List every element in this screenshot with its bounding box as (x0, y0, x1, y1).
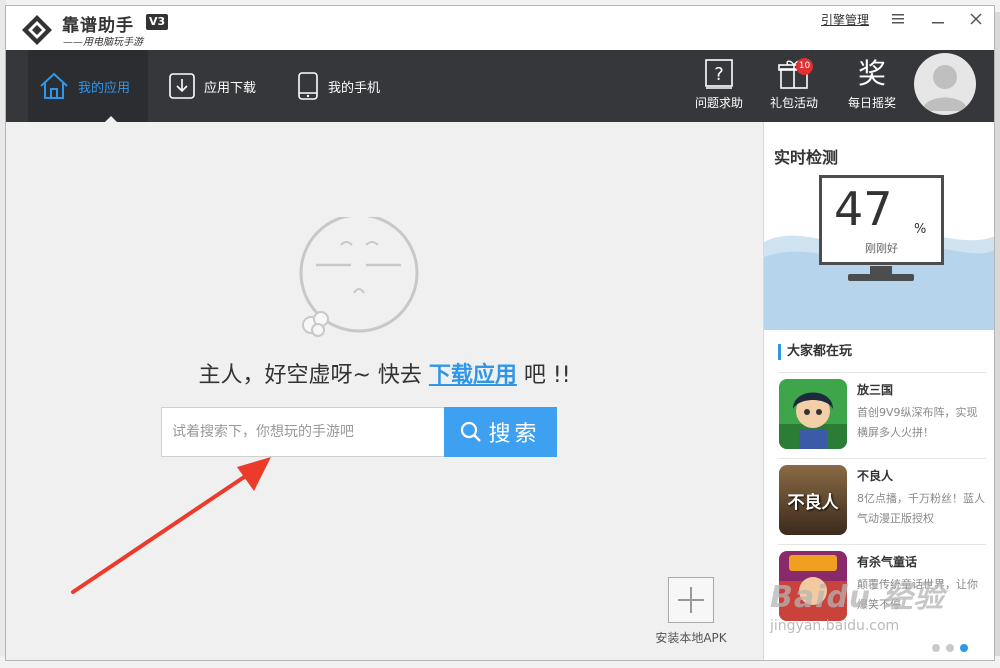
game-logo-text: 不良人 (779, 465, 847, 535)
watermark-url: jingyan.baidu.com (770, 618, 900, 634)
tab-my-phone[interactable]: 我的手机 (286, 50, 406, 122)
game-item[interactable]: 放三国 首创9V9纵深布阵，实现横屏多人火拼！ (778, 372, 986, 454)
help-label: 问题求助 (694, 96, 743, 110)
gift-count-badge: 10 (796, 58, 813, 75)
carousel-dot[interactable] (932, 644, 940, 652)
lottery-label: 每日摇奖 (847, 96, 896, 110)
sad-face-icon (299, 217, 419, 337)
lottery-icon: 奖 (857, 57, 886, 90)
carousel-dot[interactable] (946, 644, 954, 652)
title-bar: 靠谱助手 V3 ——用电脑玩手游 引擎管理 (6, 6, 994, 50)
download-apps-link[interactable]: 下载应用 (429, 363, 517, 388)
realtime-check-title: 实时检测 (774, 148, 839, 167)
install-local-apk[interactable]: 安装本地APK (651, 577, 731, 646)
install-box (668, 577, 714, 623)
help-button[interactable]: ? 问题求助 (684, 58, 754, 118)
minimize-icon (932, 22, 944, 24)
score-unit: % (914, 222, 927, 237)
tab-label: 应用下载 (204, 80, 257, 96)
baidu-watermark: Baidu 经验 jingyan.baidu.com (770, 572, 970, 634)
carousel-dot-active[interactable] (960, 644, 968, 652)
popular-games-title: 大家都在玩 (778, 344, 852, 360)
nav-bar: 我的应用 应用下载 我的手机 ? 问题求助 10 礼包活动 奖 每日摇奖 (6, 50, 994, 123)
svg-text:?: ? (714, 64, 724, 85)
home-icon (40, 72, 68, 99)
search-button-label: 搜索 (488, 422, 541, 447)
lottery-button[interactable]: 奖 每日摇奖 (837, 58, 907, 118)
minimize-button[interactable] (926, 8, 950, 30)
performance-score: 47 (834, 182, 893, 236)
empty-prefix: 主人，好空虚呀~ 快去 (198, 363, 422, 388)
tab-label: 我的应用 (78, 80, 131, 96)
phone-icon (298, 72, 318, 100)
engine-manage-link[interactable]: 引擎管理 (821, 11, 869, 28)
performance-monitor: 47 % 刚刚好 (819, 175, 944, 265)
logo-area: 靠谱助手 V3 ——用电脑玩手游 (6, 6, 194, 50)
game-name: 有杀气童话 (857, 555, 918, 569)
game-desc: 首创9V9纵深布阵，实现横屏多人火拼！ (857, 406, 978, 439)
tab-my-apps[interactable]: 我的应用 (28, 50, 148, 123)
app-window: 靠谱助手 V3 ——用电脑玩手游 引擎管理 我的应用 应用下载 我的手机 ? 问… (5, 5, 995, 661)
game-name: 放三国 (857, 383, 894, 397)
game-desc: 8亿点播，千万粉丝！蓝人气动漫正版授权 (857, 492, 985, 525)
help-icon: ? (705, 59, 733, 89)
game-thumbnail (779, 379, 847, 449)
empty-state-message: 主人，好空虚呀~ 快去 下载应用 吧 !! (6, 357, 763, 389)
gift-button[interactable]: 10 礼包活动 (759, 58, 829, 118)
watermark-logo: Baidu 经验 (770, 580, 945, 615)
main-content: 主人，好空虚呀~ 快去 下载应用 吧 !! 搜索 安装本地APK (6, 122, 763, 660)
app-slogan: ——用电脑玩手游 (63, 37, 143, 48)
install-apk-label: 安装本地APK (655, 631, 727, 645)
download-icon (169, 73, 195, 99)
game-name: 不良人 (857, 469, 894, 483)
carousel-dots (932, 644, 968, 652)
avatar-icon (922, 65, 968, 111)
game-item[interactable]: 不良人 不良人 8亿点播，千万粉丝！蓝人气动漫正版授权 (778, 458, 986, 540)
red-arrow-annotation (71, 457, 271, 594)
user-avatar[interactable] (914, 53, 976, 115)
menu-button[interactable] (886, 8, 910, 30)
screen: 靠谱助手 V3 ——用电脑玩手游 引擎管理 我的应用 应用下载 我的手机 ? 问… (0, 0, 1000, 668)
search-button[interactable]: 搜索 (444, 407, 557, 457)
search-icon (461, 421, 482, 442)
close-icon (970, 13, 982, 25)
monitor-base (848, 274, 914, 281)
logo-icon (22, 15, 52, 45)
game-thumbnail: 不良人 (779, 465, 847, 535)
plus-icon (678, 587, 704, 613)
version-badge: V3 (146, 14, 169, 30)
tab-label: 我的手机 (328, 80, 381, 96)
score-status: 刚刚好 (865, 242, 898, 255)
tab-app-download[interactable]: 应用下载 (158, 50, 278, 122)
close-button[interactable] (964, 8, 988, 30)
empty-suffix: 吧 !! (523, 363, 571, 388)
gift-label: 礼包活动 (769, 96, 818, 110)
menu-icon (892, 14, 904, 24)
